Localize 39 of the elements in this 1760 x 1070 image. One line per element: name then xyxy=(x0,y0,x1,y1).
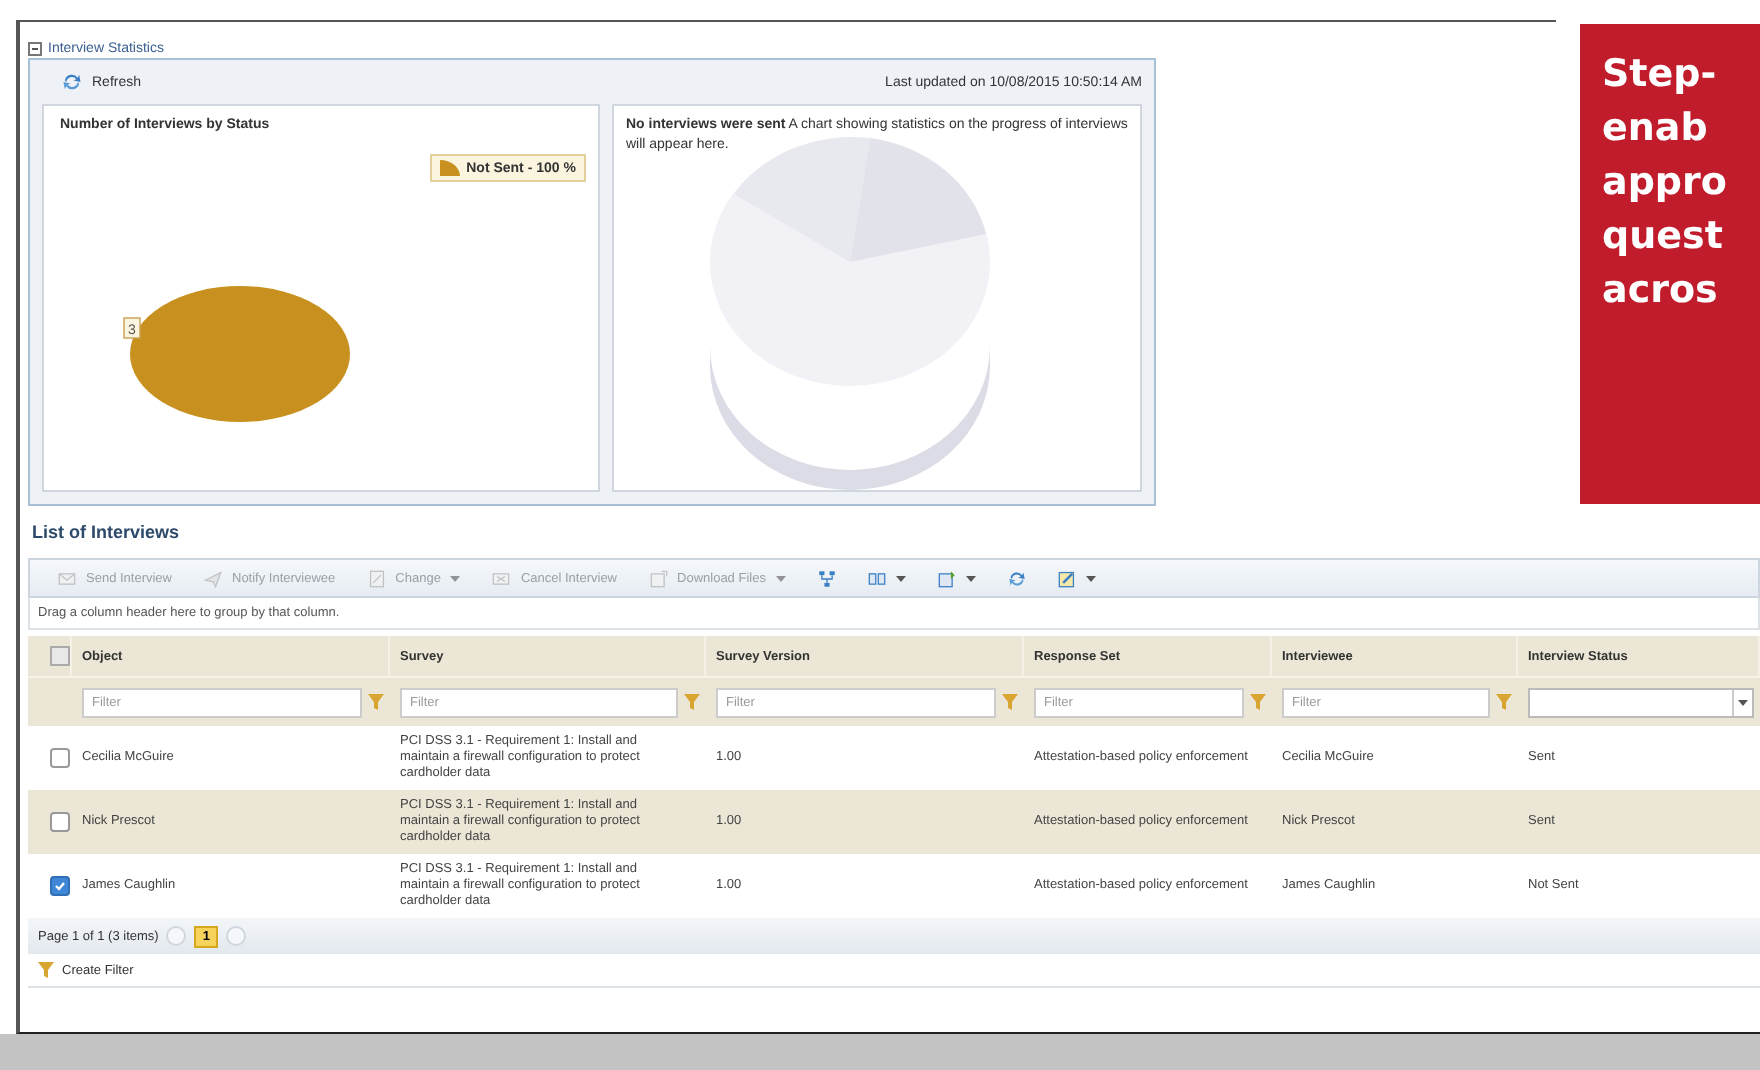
caret-icon xyxy=(1085,575,1096,581)
filter-icon[interactable] xyxy=(1250,694,1266,710)
refresh-icon xyxy=(1007,569,1026,587)
callout-text: Step- xyxy=(1602,50,1719,100)
export-icon xyxy=(937,569,956,587)
caret-icon xyxy=(450,575,461,581)
caret-icon xyxy=(775,575,786,581)
columns-icon xyxy=(867,569,886,587)
filter-icon[interactable] xyxy=(368,694,384,710)
caret-icon xyxy=(1738,699,1748,705)
caret-icon xyxy=(895,575,906,581)
row-checkbox[interactable] xyxy=(50,748,70,768)
filter-icon[interactable] xyxy=(684,694,700,710)
next-page-button[interactable] xyxy=(225,926,246,946)
callout-text: acros xyxy=(1602,266,1720,316)
envelope-icon xyxy=(58,569,76,587)
section-title: List of Interviews xyxy=(32,522,182,542)
filter-dropdown[interactable] xyxy=(1528,687,1754,717)
row-checkbox[interactable] xyxy=(50,876,70,896)
row-checkbox[interactable] xyxy=(50,812,70,832)
legend-swatch-icon xyxy=(440,160,461,176)
previous-page-button[interactable] xyxy=(166,926,187,946)
callout-text: enab xyxy=(1602,104,1710,154)
edit-icon xyxy=(1057,569,1076,587)
caret-icon xyxy=(965,575,976,581)
filter-icon[interactable] xyxy=(1496,694,1512,710)
checkmark-icon xyxy=(54,880,66,892)
document-icon xyxy=(367,569,386,587)
callout-text: quest xyxy=(1602,212,1725,262)
document-icon xyxy=(649,569,668,587)
select-all-checkbox[interactable] xyxy=(50,646,70,666)
filter-icon[interactable] xyxy=(1002,694,1018,710)
paper-plane-icon xyxy=(204,569,222,587)
filter-icon[interactable] xyxy=(38,962,54,978)
envelope-icon xyxy=(492,569,511,587)
hierarchy-icon xyxy=(817,569,836,587)
collapse-icon[interactable] xyxy=(28,42,42,56)
callout-text: appro xyxy=(1602,158,1729,208)
refresh-icon xyxy=(62,72,82,92)
